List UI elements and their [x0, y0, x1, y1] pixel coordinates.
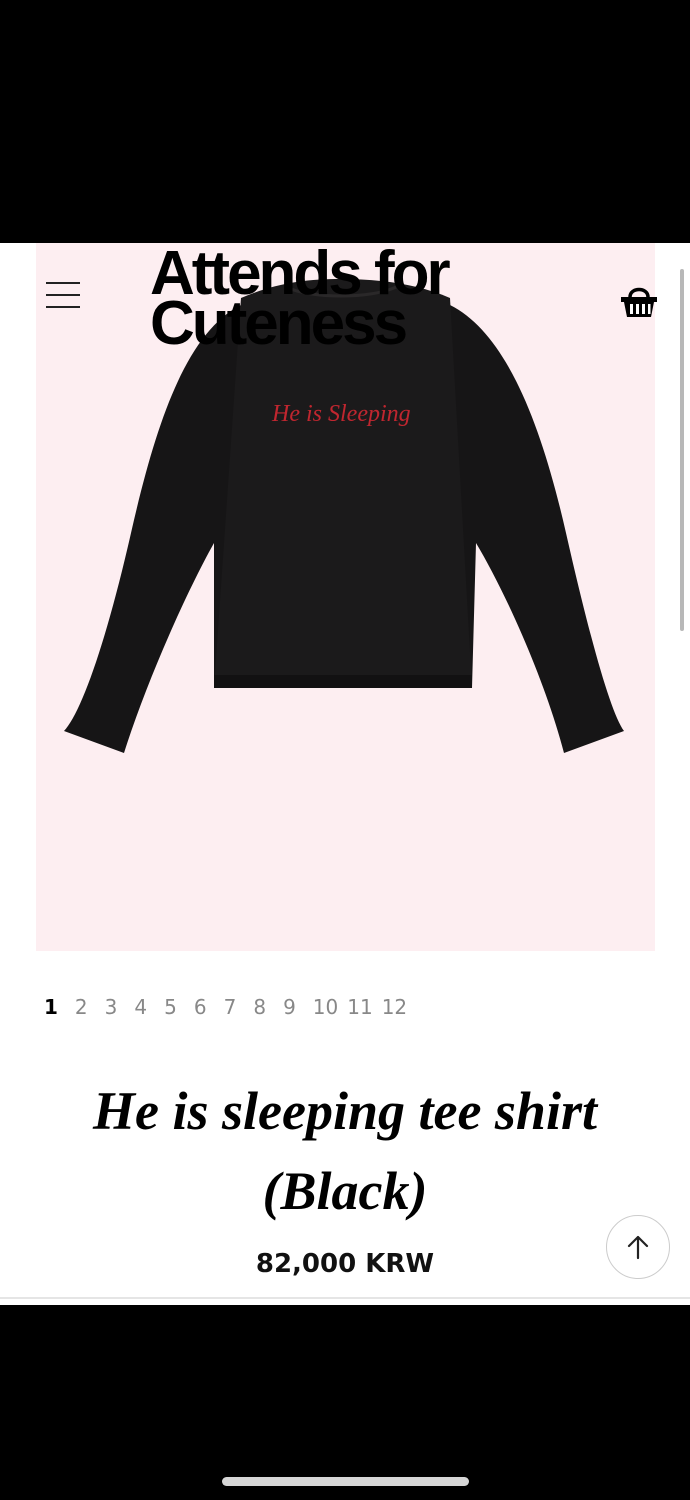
divider [0, 1297, 690, 1299]
app-screen: He is Sleeping Attends for Cuteness 1 2 … [0, 243, 690, 1305]
image-pager: 1 2 3 4 5 6 7 8 9 10 11 12 [44, 995, 424, 1019]
pager-item-8[interactable]: 8 [253, 995, 266, 1019]
pager-item-7[interactable]: 7 [224, 995, 237, 1019]
page-scrollbar[interactable] [680, 269, 684, 631]
pager-item-9[interactable]: 9 [283, 995, 296, 1019]
product-title-line-1: He is sleeping tee shirt [93, 1081, 597, 1141]
product-title-line-2: (Black) [262, 1161, 428, 1221]
pager-item-11[interactable]: 11 [347, 995, 372, 1019]
shopping-basket-icon[interactable] [618, 281, 660, 321]
pager-item-3[interactable]: 3 [105, 995, 118, 1019]
pager-item-1[interactable]: 1 [44, 995, 58, 1019]
brand-line-2: Cuteness [150, 289, 408, 358]
pager-item-12[interactable]: 12 [382, 995, 407, 1019]
pager-item-2[interactable]: 2 [75, 995, 88, 1019]
product-price: 82,000 KRW [255, 1249, 435, 1279]
brand-logo[interactable]: Attends for Cuteness [150, 243, 451, 358]
pager-item-4[interactable]: 4 [134, 995, 147, 1019]
pager-item-5[interactable]: 5 [164, 995, 177, 1019]
pager-item-6[interactable]: 6 [194, 995, 207, 1019]
home-indicator[interactable] [222, 1477, 469, 1486]
hamburger-menu-icon[interactable] [46, 282, 82, 312]
pager-item-10[interactable]: 10 [313, 995, 338, 1019]
product-title: He is sleeping tee shirt (Black) [0, 1071, 690, 1231]
embroidery-text: He is Sleeping [271, 401, 411, 427]
